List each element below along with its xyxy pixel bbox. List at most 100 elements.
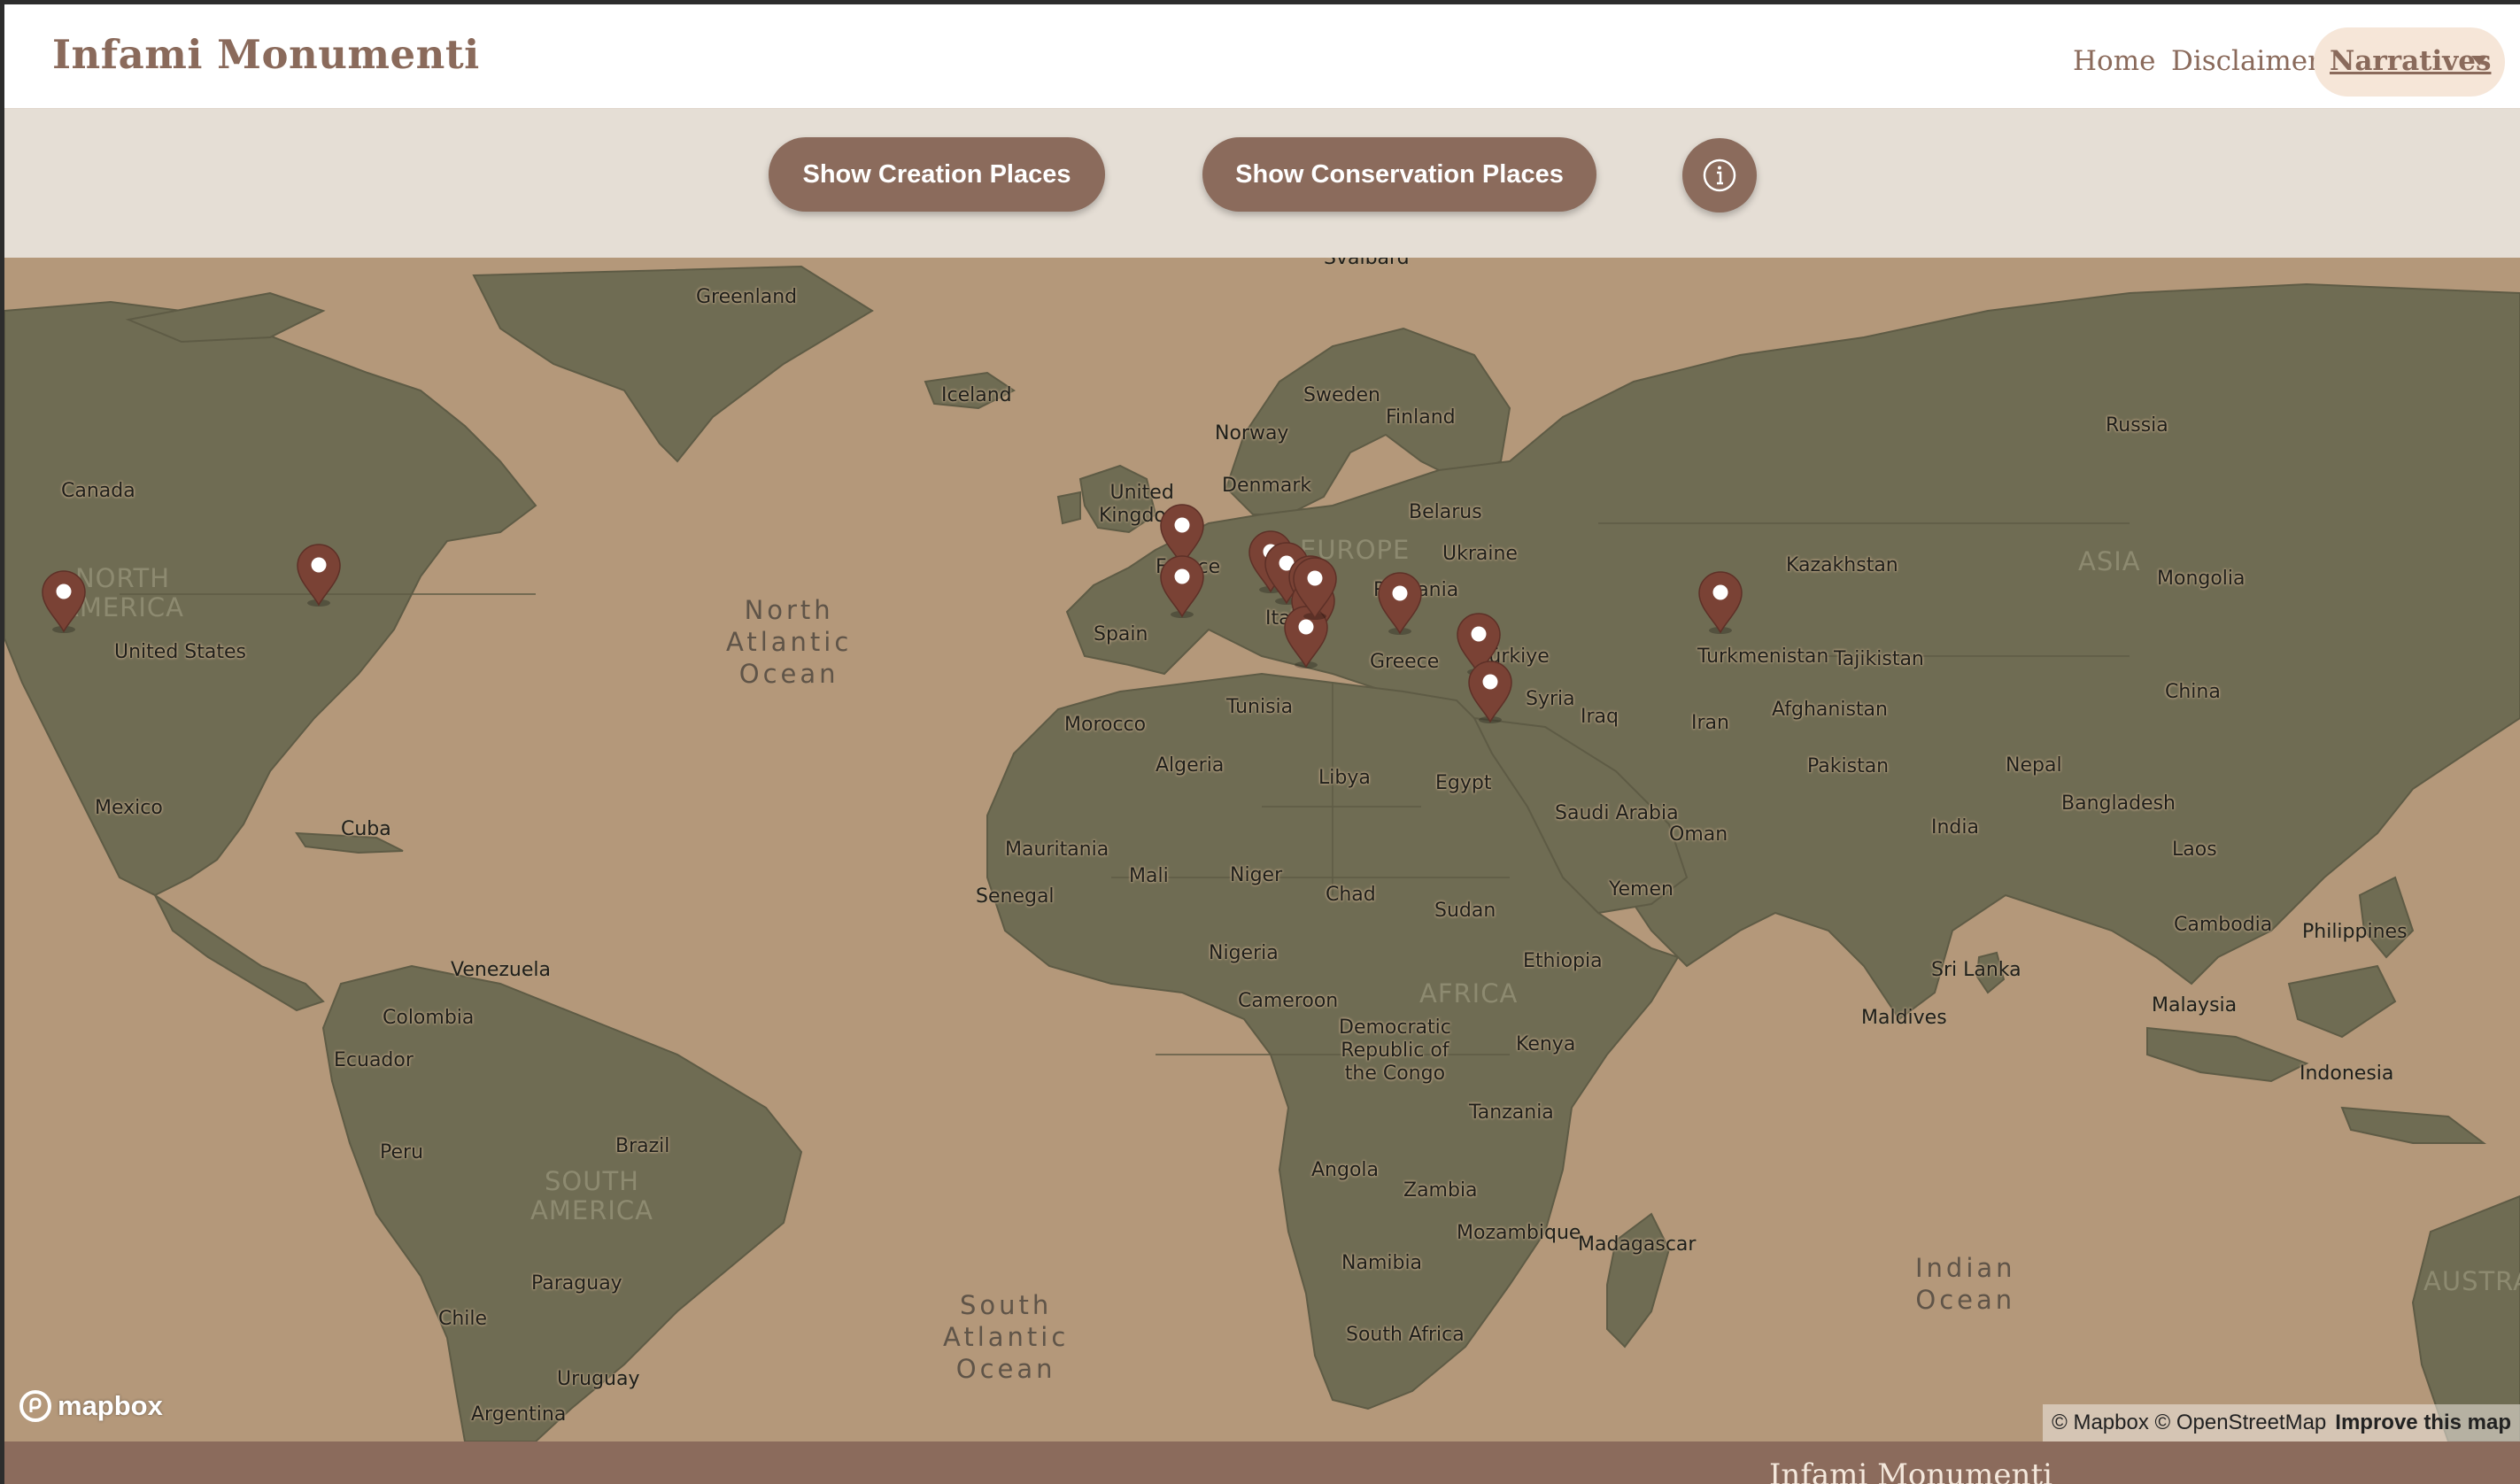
map-label-yemen: Yemen bbox=[1609, 878, 1674, 900]
mapbox-logo-icon bbox=[19, 1390, 51, 1422]
mapbox-logo-text: mapbox bbox=[58, 1390, 163, 1421]
map-label-russia: Russia bbox=[2106, 414, 2168, 437]
nav-link-disclaimer[interactable]: Disclaimer bbox=[2171, 45, 2321, 77]
map-label-saudi-arabia: Saudi Arabia bbox=[1555, 802, 1679, 824]
map-label-asia: ASIA bbox=[2078, 546, 2141, 576]
map-label-africa: AFRICA bbox=[1419, 978, 1519, 1009]
map-label-greece: Greece bbox=[1370, 651, 1440, 673]
map-label-namibia: Namibia bbox=[1341, 1252, 1423, 1274]
brand-logo-text[interactable]: Infami Monumenti bbox=[52, 31, 480, 78]
map-label-belarus: Belarus bbox=[1409, 501, 1482, 523]
map-label-ethiopia: Ethiopia bbox=[1523, 950, 1603, 972]
attribution-text[interactable]: © Mapbox © OpenStreetMap bbox=[2052, 1411, 2326, 1435]
map-label-venezuela: Venezuela bbox=[451, 959, 551, 981]
place-marker[interactable] bbox=[1157, 553, 1207, 620]
map-label-brazil: Brazil bbox=[615, 1135, 670, 1157]
show-conservation-places-button[interactable]: Show Conservation Places bbox=[1202, 137, 1596, 212]
map-label-algeria: Algeria bbox=[1156, 754, 1225, 777]
info-button[interactable] bbox=[1682, 138, 1757, 213]
map-label-china: China bbox=[2165, 681, 2221, 703]
map-label-svalbard: Svalbard bbox=[1324, 258, 1410, 269]
place-marker[interactable] bbox=[294, 541, 344, 608]
map-label-madagascar: Madagascar bbox=[1578, 1233, 1697, 1256]
info-icon bbox=[1703, 158, 1736, 192]
map-label-niger: Niger bbox=[1230, 864, 1283, 886]
map-label-north-atlantic-ocean: North Atlantic Ocean bbox=[726, 595, 853, 689]
map-label-greenland: Greenland bbox=[696, 286, 798, 308]
map-pin-icon bbox=[1160, 555, 1204, 618]
map-label-turkmenistan: Turkmenistan bbox=[1697, 645, 1829, 668]
map-label-cambodia: Cambodia bbox=[2174, 914, 2273, 936]
map-label-malaysia: Malaysia bbox=[2152, 994, 2238, 1016]
map-pin-icon bbox=[1378, 572, 1422, 635]
map-pin-icon bbox=[297, 544, 341, 607]
map-label-ukraine: Ukraine bbox=[1442, 543, 1518, 565]
map-label-mozambique: Mozambique bbox=[1457, 1222, 1581, 1244]
place-marker[interactable] bbox=[1696, 568, 1745, 636]
mapbox-logo[interactable]: mapbox bbox=[19, 1389, 163, 1423]
place-marker[interactable] bbox=[1290, 554, 1340, 622]
map-pin-icon bbox=[1293, 557, 1337, 620]
map-label-morocco: Morocco bbox=[1064, 714, 1147, 736]
map-label-colombia: Colombia bbox=[383, 1007, 475, 1029]
map-label-tanzania: Tanzania bbox=[1469, 1101, 1554, 1124]
map-label-argentina: Argentina bbox=[471, 1403, 567, 1426]
map-label-sweden: Sweden bbox=[1303, 384, 1380, 406]
map-label-iran: Iran bbox=[1691, 712, 1729, 734]
map-label-kenya: Kenya bbox=[1516, 1033, 1576, 1055]
map-label-pakistan: Pakistan bbox=[1807, 755, 1890, 777]
map-label-united-states: United States bbox=[114, 641, 246, 663]
map-label-mauritania: Mauritania bbox=[1005, 839, 1109, 861]
place-marker[interactable] bbox=[1465, 658, 1515, 725]
map-label-sri-lanka: Sri Lanka bbox=[1931, 959, 2021, 981]
map-label-chile: Chile bbox=[438, 1308, 488, 1330]
map-label-senegal: Senegal bbox=[976, 885, 1055, 908]
map-label-mali: Mali bbox=[1129, 865, 1169, 887]
map-toolbar: Show Creation Places Show Conservation P… bbox=[4, 109, 2520, 258]
map-label-ecuador: Ecuador bbox=[334, 1049, 414, 1071]
map-label-chad: Chad bbox=[1326, 884, 1376, 906]
map-label-india: India bbox=[1931, 816, 1979, 839]
footer-brand: Infami Monumenti bbox=[1769, 1457, 2052, 1484]
footer: Infami Monumenti bbox=[4, 1441, 2520, 1484]
map-pin-icon bbox=[1698, 571, 1743, 634]
world-map[interactable]: Svalbard Greenland Iceland Sweden Finlan… bbox=[4, 258, 2520, 1441]
narratives-dropdown[interactable]: Narratives bbox=[2314, 27, 2505, 97]
map-label-drc: Democratic Republic of the Congo bbox=[1339, 1016, 1451, 1085]
map-label-cameroon: Cameroon bbox=[1238, 990, 1339, 1012]
map-label-maldives: Maldives bbox=[1861, 1007, 1947, 1029]
map-label-laos: Laos bbox=[2172, 839, 2217, 861]
map-label-canada: Canada bbox=[61, 480, 135, 502]
map-label-australia: AUSTRA bbox=[2423, 1266, 2520, 1296]
map-label-iceland: Iceland bbox=[941, 384, 1012, 406]
place-marker[interactable] bbox=[1375, 569, 1425, 637]
map-label-indonesia: Indonesia bbox=[2300, 1063, 2394, 1085]
map-label-philippines: Philippines bbox=[2302, 921, 2408, 943]
map-label-tajikistan: Tajikistan bbox=[1834, 648, 1924, 670]
nav-link-home[interactable]: Home bbox=[2073, 45, 2155, 77]
map-label-mexico: Mexico bbox=[95, 797, 163, 819]
map-label-paraguay: Paraguay bbox=[531, 1272, 622, 1295]
map-label-kazakhstan: Kazakhstan bbox=[1786, 554, 1898, 576]
map-label-egypt: Egypt bbox=[1435, 772, 1492, 794]
map-label-nigeria: Nigeria bbox=[1209, 942, 1279, 964]
map-label-libya: Libya bbox=[1318, 767, 1371, 789]
map-label-denmark: Denmark bbox=[1222, 475, 1312, 497]
map-label-uruguay: Uruguay bbox=[557, 1368, 640, 1390]
map-pin-icon bbox=[1468, 661, 1512, 723]
map-attribution: © Mapbox © OpenStreetMap Improve this ma… bbox=[2043, 1404, 2520, 1441]
map-label-norway: Norway bbox=[1215, 422, 1289, 444]
map-label-south-america: SOUTH AMERICA bbox=[530, 1166, 653, 1225]
map-label-sudan: Sudan bbox=[1434, 900, 1496, 922]
map-label-zambia: Zambia bbox=[1403, 1179, 1478, 1202]
map-label-south-atlantic-ocean: South Atlantic Ocean bbox=[943, 1290, 1070, 1384]
place-marker[interactable] bbox=[39, 568, 89, 635]
map-label-afghanistan: Afghanistan bbox=[1772, 699, 1888, 721]
map-label-spain: Spain bbox=[1094, 623, 1148, 645]
map-label-cuba: Cuba bbox=[341, 818, 391, 840]
map-label-tunisia: Tunisia bbox=[1226, 696, 1294, 718]
map-pin-icon bbox=[42, 570, 86, 633]
map-label-south-africa: South Africa bbox=[1346, 1324, 1465, 1346]
improve-this-map-link[interactable]: Improve this map bbox=[2335, 1411, 2511, 1435]
show-creation-places-button[interactable]: Show Creation Places bbox=[769, 137, 1105, 212]
